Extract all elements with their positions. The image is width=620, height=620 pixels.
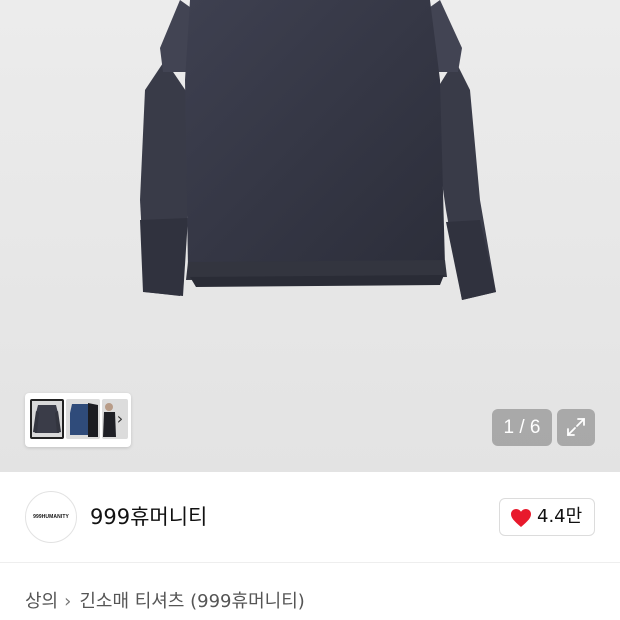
expand-button[interactable] [557, 409, 595, 446]
breadcrumb-category[interactable]: 상의 [25, 591, 58, 612]
thumbnail-product-blue[interactable] [66, 399, 100, 439]
image-counter: 1 / 6 [492, 409, 552, 446]
expand-icon [567, 418, 585, 436]
heart-icon [511, 509, 531, 527]
brand-logo[interactable]: 999HUMANITY [25, 491, 77, 543]
brand-name[interactable]: 999휴머니티 [90, 503, 207, 531]
thumbnail-product-front[interactable] [30, 399, 64, 439]
product-image-gallery[interactable]: › 1 / 6 [0, 0, 620, 472]
thumbnail-strip[interactable]: › [25, 393, 131, 447]
breadcrumb: 상의 › 긴소매 티셔츠 (999휴머니티) [25, 588, 305, 616]
like-button[interactable]: 4.4만 [499, 498, 595, 536]
like-count: 4.4만 [537, 506, 583, 527]
chevron-right-icon[interactable]: › [113, 409, 127, 429]
divider [0, 562, 620, 563]
breadcrumb-subcategory[interactable]: 긴소매 티셔츠 (999휴머니티) [79, 591, 304, 612]
brand-row: 999HUMANITY 999휴머니티 4.4만 [0, 472, 620, 562]
chevron-right-icon: › [64, 591, 72, 612]
